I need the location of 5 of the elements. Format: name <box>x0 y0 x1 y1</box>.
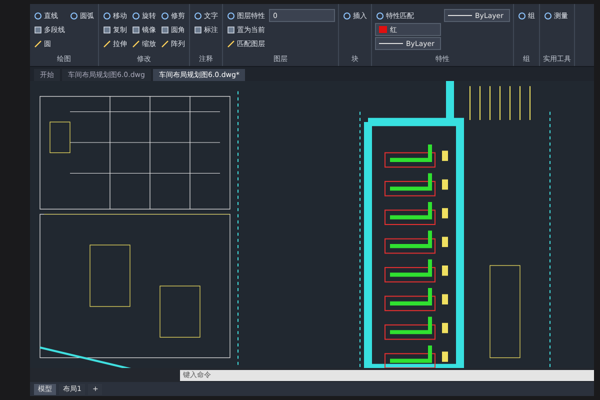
tool-icon <box>518 12 526 20</box>
tool-icon <box>376 12 384 20</box>
tool-icon <box>544 12 552 20</box>
tool-icon <box>343 12 351 20</box>
tool-icon <box>70 12 78 20</box>
